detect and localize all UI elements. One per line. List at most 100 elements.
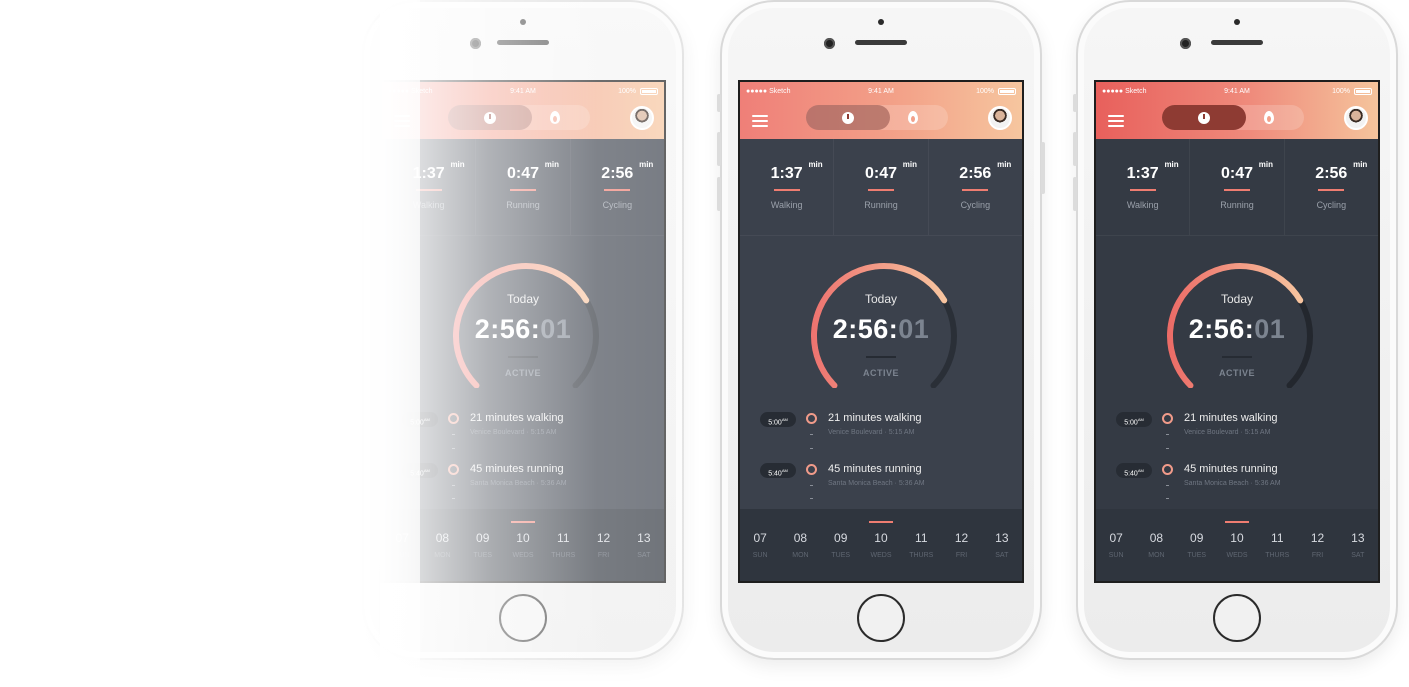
menu-icon[interactable] — [1108, 115, 1124, 127]
stat-bar — [1129, 189, 1156, 191]
mode-toggle[interactable] — [448, 105, 590, 130]
stat-label: Cycling — [960, 200, 991, 210]
stat-bar — [962, 189, 989, 191]
home-button[interactable] — [1213, 594, 1261, 642]
day-tues[interactable]: 09 TUES — [821, 509, 861, 581]
day-sat[interactable]: 13 SAT — [982, 509, 1022, 581]
speaker — [855, 40, 907, 45]
time-pill: 5:00AM — [1116, 412, 1152, 427]
header: ●●●●● Sketch 9:41 AM 100% — [1096, 82, 1378, 139]
day-fri[interactable]: 12 FRI — [941, 509, 981, 581]
day-sat[interactable]: 13 SAT — [1338, 509, 1378, 581]
day-mon[interactable]: 08 MON — [422, 509, 462, 581]
day-mon[interactable]: 08 MON — [780, 509, 820, 581]
calories-tab[interactable] — [520, 105, 590, 130]
clock-icon — [1198, 111, 1210, 124]
carrier: ●●●●● Sketch — [388, 88, 433, 95]
day-sat[interactable]: 13 SAT — [624, 509, 664, 581]
mode-toggle[interactable] — [1162, 105, 1304, 130]
day-weds[interactable]: 10 WEDS — [861, 509, 901, 581]
entry-title: 45 minutes running — [1184, 463, 1278, 475]
battery-icon — [640, 88, 658, 95]
timeline-entry[interactable]: 5:40AM 45 minutes running Santa Monica B… — [382, 463, 664, 503]
menu-icon[interactable] — [394, 115, 410, 127]
stat-running[interactable]: 0:47 min Running — [1190, 139, 1285, 235]
status-bar: ●●●●● Sketch 9:41 AM 100% — [1102, 86, 1372, 98]
stat-cycling[interactable]: 2:56 min Cycling — [571, 139, 664, 235]
avatar[interactable] — [988, 106, 1012, 130]
flame-icon — [550, 111, 560, 124]
timeline-dash — [810, 498, 813, 499]
timeline-entry[interactable]: 5:40AM 45 minutes running Santa Monica B… — [740, 463, 1022, 503]
menu-icon[interactable] — [752, 115, 768, 127]
timeline-entry[interactable]: 5:00AM 21 minutes walking Venice Bouleva… — [740, 412, 1022, 452]
stat-unit: min — [1164, 160, 1179, 169]
camera — [824, 38, 835, 49]
day-tues[interactable]: 09 TUES — [463, 509, 503, 581]
timeline-dash — [1166, 434, 1169, 435]
day-thurs[interactable]: 11 THURS — [1257, 509, 1297, 581]
sensor — [1234, 19, 1240, 25]
home-button[interactable] — [499, 594, 547, 642]
camera — [1180, 38, 1191, 49]
day-sun[interactable]: 07 SUN — [1096, 509, 1136, 581]
timeline-entry[interactable]: 5:00AM 21 minutes walking Venice Bouleva… — [382, 412, 664, 452]
stat-label: Cycling — [1316, 200, 1347, 210]
day-weds[interactable]: 10 WEDS — [1217, 509, 1257, 581]
day-tues[interactable]: 09 TUES — [1177, 509, 1217, 581]
stat-cycling[interactable]: 2:56 min Cycling — [929, 139, 1022, 235]
stat-bar — [1223, 189, 1250, 191]
stats-row: 1:37 min Walking 0:47 min Running 2:56 min … — [740, 139, 1022, 236]
clock-icon — [842, 111, 854, 124]
clock-icon — [484, 111, 496, 124]
stat-value: 2:56 — [1315, 165, 1348, 182]
entry-detail: Santa Monica Beach · 5:36 AM — [470, 480, 567, 487]
side-button — [717, 177, 721, 211]
timeline-dot — [1162, 413, 1173, 424]
day-thurs[interactable]: 11 THURS — [543, 509, 583, 581]
speaker — [1211, 40, 1263, 45]
timeline-dash — [452, 498, 455, 499]
phone-mockup-3: ●●●●● Sketch 9:41 AM 100% 1:37 min Walkin… — [1073, 0, 1398, 660]
stat-walking[interactable]: 1:37 min Walking — [1096, 139, 1191, 235]
calories-tab[interactable] — [878, 105, 948, 130]
stat-cycling[interactable]: 2:56 min Cycling — [1285, 139, 1378, 235]
day-mon[interactable]: 08 MON — [1136, 509, 1176, 581]
stat-value: 1:37 — [1126, 165, 1159, 182]
stat-bar — [509, 189, 536, 191]
stat-value: 2:56 — [601, 165, 634, 182]
mode-toggle[interactable] — [806, 105, 948, 130]
day-weds[interactable]: 10 WEDS — [503, 509, 543, 581]
stat-walking[interactable]: 1:37 min Walking — [382, 139, 477, 235]
home-button[interactable] — [857, 594, 905, 642]
stat-label: Walking — [1126, 200, 1159, 210]
side-button — [1041, 142, 1045, 194]
timeline-dash — [1166, 448, 1169, 449]
day-fri[interactable]: 12 FRI — [583, 509, 623, 581]
timeline-dot — [448, 464, 459, 475]
stat-unit: min — [997, 160, 1012, 169]
timeline-entry[interactable]: 5:00AM 21 minutes walking Venice Bouleva… — [1096, 412, 1378, 452]
avatar[interactable] — [630, 106, 654, 130]
selected-day-marker — [869, 521, 893, 523]
stat-walking[interactable]: 1:37 min Walking — [740, 139, 835, 235]
stat-running[interactable]: 0:47 min Running — [476, 139, 571, 235]
battery-percent: 100% — [1332, 88, 1350, 95]
timeline-entry[interactable]: 5:40AM 45 minutes running Santa Monica B… — [1096, 463, 1378, 503]
timeline-dash — [452, 434, 455, 435]
calories-tab[interactable] — [1234, 105, 1304, 130]
day-thurs[interactable]: 11 THURS — [901, 509, 941, 581]
stat-bar — [773, 189, 800, 191]
gauge-time-seconds: 01 — [898, 314, 930, 344]
day-fri[interactable]: 12 FRI — [1297, 509, 1337, 581]
stat-label: Running — [864, 200, 898, 210]
day-sun[interactable]: 07 SUN — [382, 509, 422, 581]
entry-detail: Santa Monica Beach · 5:36 AM — [1184, 480, 1281, 487]
avatar[interactable] — [1344, 106, 1368, 130]
divider — [508, 356, 538, 358]
stat-running[interactable]: 0:47 min Running — [834, 139, 929, 235]
stat-label: Running — [506, 200, 540, 210]
side-button — [1073, 177, 1077, 211]
day-sun[interactable]: 07 SUN — [740, 509, 780, 581]
entry-detail: Venice Boulevard · 5:15 AM — [1184, 429, 1271, 436]
